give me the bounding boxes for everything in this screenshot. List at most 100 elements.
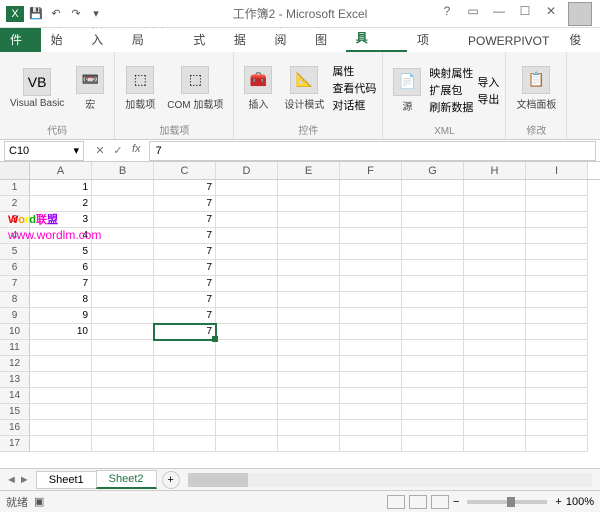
help-icon[interactable]: ? xyxy=(438,2,456,20)
export-button[interactable]: 导出 xyxy=(477,91,499,107)
row-header[interactable]: 3 xyxy=(0,212,30,228)
cell[interactable] xyxy=(402,308,464,324)
cell[interactable] xyxy=(278,404,340,420)
view-code-button[interactable]: 查看代码 xyxy=(332,80,376,96)
cell[interactable] xyxy=(216,228,278,244)
column-header[interactable]: F xyxy=(340,162,402,179)
cell[interactable] xyxy=(278,180,340,196)
cell[interactable] xyxy=(216,276,278,292)
cell[interactable] xyxy=(92,388,154,404)
cell[interactable] xyxy=(278,324,340,340)
cell[interactable]: 7 xyxy=(154,244,216,260)
row-header[interactable]: 1 xyxy=(0,180,30,196)
cell[interactable] xyxy=(92,340,154,356)
cell[interactable] xyxy=(464,436,526,452)
cell[interactable]: 6 xyxy=(30,260,92,276)
cell[interactable]: 5 xyxy=(30,244,92,260)
cell[interactable] xyxy=(464,276,526,292)
row-header[interactable]: 14 xyxy=(0,388,30,404)
column-header[interactable]: I xyxy=(526,162,588,179)
cell[interactable] xyxy=(216,308,278,324)
cell[interactable] xyxy=(30,372,92,388)
cell[interactable] xyxy=(464,404,526,420)
cell[interactable] xyxy=(402,228,464,244)
cell[interactable] xyxy=(216,340,278,356)
cell[interactable] xyxy=(278,356,340,372)
ribbon-options-icon[interactable]: ▭ xyxy=(464,2,482,20)
cell[interactable] xyxy=(92,324,154,340)
cell[interactable] xyxy=(402,196,464,212)
cell[interactable] xyxy=(402,244,464,260)
cell[interactable] xyxy=(92,228,154,244)
cell[interactable] xyxy=(278,388,340,404)
cell[interactable] xyxy=(464,420,526,436)
row-header[interactable]: 2 xyxy=(0,196,30,212)
cell[interactable] xyxy=(154,388,216,404)
cell[interactable] xyxy=(216,324,278,340)
cell[interactable] xyxy=(92,436,154,452)
cell[interactable] xyxy=(92,372,154,388)
cell[interactable] xyxy=(402,340,464,356)
cell[interactable] xyxy=(30,388,92,404)
cell[interactable] xyxy=(340,356,402,372)
cell[interactable] xyxy=(278,212,340,228)
cell[interactable] xyxy=(278,244,340,260)
properties-button[interactable]: 属性 xyxy=(332,63,376,79)
cell[interactable] xyxy=(526,356,588,372)
column-header[interactable]: C xyxy=(154,162,216,179)
cell[interactable] xyxy=(526,180,588,196)
fill-handle[interactable] xyxy=(212,336,218,342)
cell[interactable] xyxy=(402,180,464,196)
cell[interactable] xyxy=(92,212,154,228)
cell[interactable] xyxy=(340,244,402,260)
row-header[interactable]: 9 xyxy=(0,308,30,324)
cell[interactable] xyxy=(526,244,588,260)
cell[interactable] xyxy=(402,260,464,276)
cell[interactable] xyxy=(464,228,526,244)
cell[interactable] xyxy=(526,292,588,308)
cell[interactable] xyxy=(402,356,464,372)
cell[interactable] xyxy=(340,388,402,404)
cell[interactable] xyxy=(526,372,588,388)
namebox-dropdown-icon[interactable]: ▾ xyxy=(73,144,79,157)
visual-basic-button[interactable]: VBVisual Basic xyxy=(6,66,68,111)
cell[interactable] xyxy=(154,436,216,452)
column-header[interactable]: H xyxy=(464,162,526,179)
design-mode-button[interactable]: 📐设计模式 xyxy=(280,64,328,113)
cell[interactable] xyxy=(30,436,92,452)
save-icon[interactable]: 💾 xyxy=(28,6,44,22)
cell[interactable] xyxy=(340,436,402,452)
cell[interactable] xyxy=(526,388,588,404)
horizontal-scrollbar[interactable] xyxy=(188,473,592,487)
cell[interactable] xyxy=(154,340,216,356)
column-header[interactable]: B xyxy=(92,162,154,179)
cell[interactable] xyxy=(340,404,402,420)
maximize-icon[interactable]: ☐ xyxy=(516,2,534,20)
cell[interactable] xyxy=(526,436,588,452)
cell[interactable] xyxy=(30,404,92,420)
cell[interactable] xyxy=(526,228,588,244)
cell[interactable]: 7 xyxy=(154,276,216,292)
cell[interactable] xyxy=(402,292,464,308)
cell[interactable] xyxy=(526,308,588,324)
cell[interactable]: 4 xyxy=(30,228,92,244)
cell[interactable] xyxy=(526,260,588,276)
cell[interactable] xyxy=(402,388,464,404)
cell[interactable] xyxy=(340,324,402,340)
name-box[interactable]: C10▾ xyxy=(4,141,84,161)
cell[interactable] xyxy=(278,308,340,324)
cell[interactable]: 7 xyxy=(154,180,216,196)
cell[interactable] xyxy=(340,260,402,276)
row-header[interactable]: 6 xyxy=(0,260,30,276)
user-avatar[interactable] xyxy=(568,2,592,26)
row-header[interactable]: 17 xyxy=(0,436,30,452)
cell[interactable] xyxy=(526,404,588,420)
sheet-tab-1[interactable]: Sheet1 xyxy=(36,471,97,489)
fx-icon[interactable]: fx xyxy=(128,143,145,159)
row-header[interactable]: 10 xyxy=(0,324,30,340)
source-button[interactable]: 📄源 xyxy=(389,66,425,115)
cell[interactable] xyxy=(154,372,216,388)
cell[interactable] xyxy=(216,292,278,308)
cell[interactable]: 7 xyxy=(154,292,216,308)
cell[interactable] xyxy=(464,260,526,276)
